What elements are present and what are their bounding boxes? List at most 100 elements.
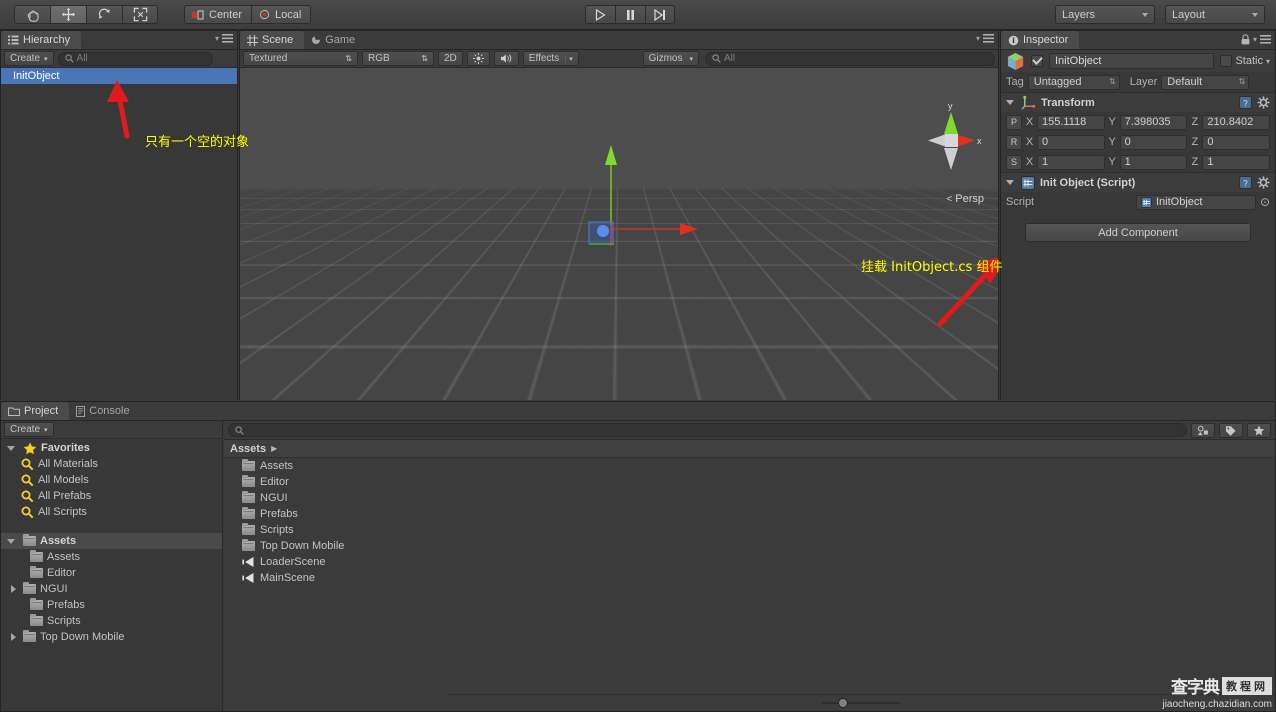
foldout-icon[interactable]: [1006, 100, 1014, 105]
tree-item-ngui[interactable]: NGUI: [1, 581, 222, 597]
asset-row[interactable]: Prefabs: [224, 506, 1275, 522]
asset-row[interactable]: Top Down Mobile: [224, 538, 1275, 554]
tree-favorite-all-models[interactable]: All Models: [1, 472, 222, 488]
play-button[interactable]: [585, 5, 615, 24]
scene-lighting-toggle[interactable]: [466, 51, 490, 66]
tree-item-editor[interactable]: Editor: [1, 565, 222, 581]
script-component-header[interactable]: Init Object (Script) ?: [1001, 172, 1275, 192]
scene-effects-dropdown[interactable]: Effects ▾: [522, 51, 579, 66]
chevron-down-icon[interactable]: ▾: [215, 34, 219, 43]
layout-dropdown[interactable]: Layout: [1165, 5, 1265, 24]
tab-scene[interactable]: Scene: [240, 31, 305, 49]
asset-row[interactable]: MainScene: [224, 570, 1275, 586]
tab-inspector[interactable]: Inspector: [1001, 31, 1080, 49]
breadcrumb[interactable]: Assets ▶: [224, 440, 1275, 458]
menu-icon[interactable]: [983, 34, 994, 43]
object-picker-icon[interactable]: ⊙: [1260, 195, 1270, 209]
tree-favorite-all-materials[interactable]: All Materials: [1, 456, 222, 472]
scale-y-field[interactable]: 1: [1119, 154, 1188, 170]
object-active-checkbox[interactable]: [1031, 55, 1043, 67]
tree-item-scripts[interactable]: Scripts: [1, 613, 222, 629]
scene-gizmos-dropdown[interactable]: Gizmos ▾: [642, 51, 699, 66]
scale-key-button[interactable]: S: [1006, 154, 1022, 170]
gear-icon[interactable]: [1257, 176, 1270, 189]
step-button[interactable]: [645, 5, 675, 24]
object-name-field[interactable]: InitObject: [1049, 53, 1215, 69]
foldout-icon[interactable]: [11, 633, 16, 641]
scale-tool-button[interactable]: [122, 5, 158, 24]
scale-z-field[interactable]: 1: [1202, 154, 1271, 170]
foldout-icon[interactable]: [7, 538, 15, 544]
position-z-field[interactable]: 210.8402: [1202, 114, 1271, 130]
tree-item-prefabs[interactable]: Prefabs: [1, 597, 222, 613]
project-favorite-button[interactable]: [1247, 422, 1271, 438]
hierarchy-create-button[interactable]: Create ▾: [4, 51, 54, 66]
scene-audio-toggle[interactable]: [493, 51, 519, 66]
rotation-x-field[interactable]: 0: [1037, 134, 1105, 150]
handle-local-button[interactable]: Local: [251, 5, 312, 24]
asset-row[interactable]: Assets: [224, 458, 1275, 474]
tag-dropdown[interactable]: Untagged ⇅: [1027, 74, 1120, 90]
rotation-y-field[interactable]: 0: [1119, 134, 1188, 150]
asset-row[interactable]: LoaderScene: [224, 554, 1275, 570]
tree-assets-root[interactable]: Assets: [1, 533, 222, 549]
move-tool-button[interactable]: [50, 5, 86, 24]
tree-item-assets[interactable]: Assets: [1, 549, 222, 565]
asset-row[interactable]: Scripts: [224, 522, 1275, 538]
rotation-z-field[interactable]: 0: [1202, 134, 1271, 150]
tree-favorites-group[interactable]: Favorites: [1, 440, 222, 456]
gear-icon[interactable]: [1257, 96, 1270, 109]
help-icon[interactable]: ?: [1239, 176, 1252, 189]
project-filter-label-button[interactable]: [1219, 422, 1243, 438]
project-search-input[interactable]: [228, 423, 1187, 437]
tree-favorite-all-prefabs[interactable]: All Prefabs: [1, 488, 222, 504]
static-checkbox[interactable]: [1220, 55, 1233, 67]
hierarchy-item-initobject[interactable]: InitObject: [1, 68, 237, 84]
position-x-field[interactable]: 155.1118: [1037, 114, 1105, 130]
tab-project[interactable]: Project: [1, 402, 70, 420]
scene-perspective-label[interactable]: < Persp: [946, 193, 984, 205]
rotation-key-button[interactable]: R: [1006, 134, 1022, 150]
chevron-down-icon[interactable]: ▾: [1266, 57, 1270, 66]
menu-icon[interactable]: [222, 34, 233, 43]
move-gizmo[interactable]: [570, 143, 700, 253]
tree-favorite-all-scripts[interactable]: All Scripts: [1, 504, 222, 520]
asset-row[interactable]: NGUI: [224, 490, 1275, 506]
static-toggle[interactable]: Static ▾: [1220, 55, 1270, 67]
layers-dropdown[interactable]: Layers: [1055, 5, 1155, 24]
hierarchy-search-input[interactable]: All: [57, 51, 213, 66]
project-filter-type-button[interactable]: [1191, 422, 1215, 438]
project-zoom-slider[interactable]: [822, 698, 900, 708]
scene-orientation-gizmo[interactable]: y x: [918, 100, 984, 178]
add-component-button[interactable]: Add Component: [1025, 223, 1251, 242]
pause-button[interactable]: [615, 5, 645, 24]
foldout-icon[interactable]: [11, 585, 16, 593]
chevron-down-icon[interactable]: ▾: [976, 34, 980, 43]
project-zoom-knob[interactable]: [837, 698, 848, 708]
asset-row[interactable]: Editor: [224, 474, 1275, 490]
tree-item-top-down-mobile[interactable]: Top Down Mobile: [1, 629, 222, 645]
scale-x-field[interactable]: 1: [1037, 154, 1105, 170]
tab-game[interactable]: Game: [304, 31, 366, 49]
position-y-field[interactable]: 7.398035: [1119, 114, 1188, 130]
chevron-down-icon[interactable]: ▾: [1253, 35, 1257, 44]
pivot-center-button[interactable]: Center: [184, 5, 252, 24]
tab-hierarchy[interactable]: Hierarchy: [1, 31, 82, 49]
hand-tool-button[interactable]: [14, 5, 50, 24]
tab-console[interactable]: Console: [69, 402, 140, 420]
menu-icon[interactable]: [1260, 35, 1271, 44]
position-key-button[interactable]: P: [1006, 114, 1022, 130]
project-create-button[interactable]: Create ▾: [4, 422, 54, 437]
lock-icon[interactable]: [1241, 34, 1250, 45]
layer-dropdown[interactable]: Default ⇅: [1161, 74, 1250, 90]
foldout-icon[interactable]: [7, 445, 15, 451]
script-object-field[interactable]: InitObject: [1136, 194, 1256, 210]
scene-colormode-dropdown[interactable]: RGB ⇅: [362, 51, 434, 66]
scene-drawmode-dropdown[interactable]: Textured ⇅: [243, 51, 358, 66]
rotate-tool-button[interactable]: [86, 5, 122, 24]
transform-component-header[interactable]: Transform ?: [1001, 92, 1275, 112]
scene-2d-toggle[interactable]: 2D: [438, 51, 463, 66]
help-icon[interactable]: ?: [1239, 96, 1252, 109]
foldout-icon[interactable]: [1006, 180, 1014, 185]
scene-search-input[interactable]: All: [705, 51, 995, 66]
